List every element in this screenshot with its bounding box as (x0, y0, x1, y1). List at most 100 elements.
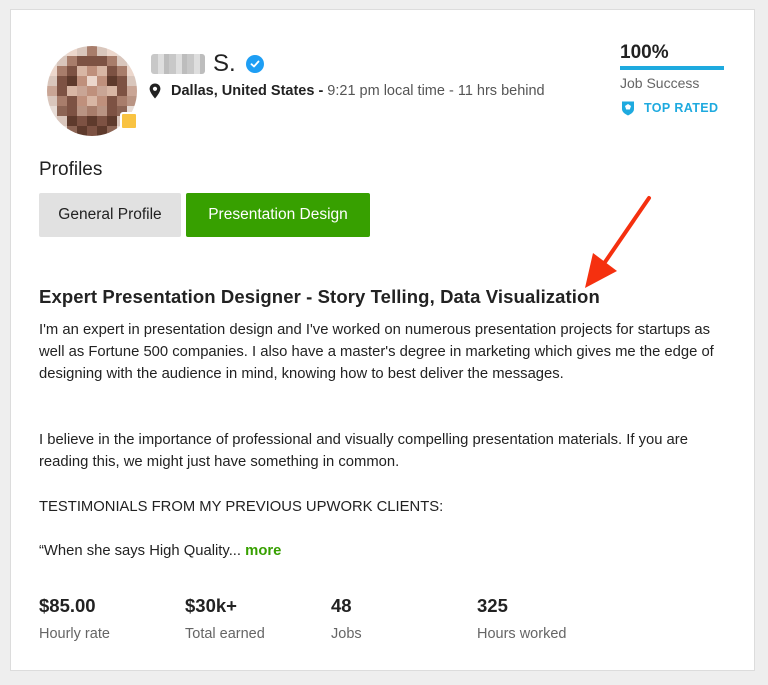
name-redaction (151, 54, 205, 74)
avatar-pixel (57, 76, 67, 86)
stat-value: 325 (477, 595, 508, 616)
avatar-pixel (57, 96, 67, 106)
avatar-pixel (67, 126, 77, 136)
stat-label: Hours worked (477, 626, 567, 642)
avatar-pixel (117, 66, 127, 76)
avatar-pixel (107, 106, 117, 116)
map-pin-icon (149, 83, 161, 99)
avatar-pixel (107, 116, 117, 126)
avatar-pixel (97, 46, 107, 56)
avatar-pixel (67, 86, 77, 96)
avatar-pixel (107, 56, 117, 66)
avatar-pixel (97, 106, 107, 116)
avatar-pixel (127, 56, 137, 66)
testimonials-heading: TESTIMONIALS FROM MY PREVIOUS UPWORK CLI… (39, 499, 444, 515)
stat-label: Jobs (331, 626, 362, 642)
stat-value: 48 (331, 595, 352, 616)
freelancer-profile-card: S. Dallas, United States - 9:21 pm local… (10, 9, 755, 671)
avatar-pixel (47, 56, 57, 66)
avatar-pixel (77, 76, 87, 86)
avatar-pixel (117, 56, 127, 66)
red-arrow-icon (585, 196, 651, 288)
stat-total-earned: $30k+ Total earned (185, 595, 265, 642)
avatar-pixel (77, 106, 87, 116)
avatar-pixel (97, 56, 107, 66)
local-time: 9:21 pm local time - 11 hrs behind (327, 83, 545, 99)
avatar-pixel (67, 66, 77, 76)
avatar-pixel (67, 96, 77, 106)
avatar-pixel (87, 56, 97, 66)
job-success-label: Job Success (620, 75, 700, 91)
avatar-pixel (77, 56, 87, 66)
avatar-pixel (47, 96, 57, 106)
stat-label: Hourly rate (39, 626, 110, 642)
avatar-pixel (67, 76, 77, 86)
stat-label: Total earned (185, 626, 265, 642)
avatar-status-badge (120, 112, 138, 130)
avatar-pixel (107, 96, 117, 106)
avatar-pixel (47, 76, 57, 86)
location-row: Dallas, United States - 9:21 pm local ti… (149, 83, 545, 99)
avatar-pixel (97, 86, 107, 96)
avatar-pixel (57, 126, 67, 136)
avatar-pixel (97, 96, 107, 106)
overview-paragraph: I'm an expert in presentation design and… (39, 322, 714, 382)
avatar-pixel (57, 66, 67, 76)
avatar-pixel (97, 116, 107, 126)
avatar-pixel (127, 66, 137, 76)
avatar-pixel (107, 46, 117, 56)
stat-hours-worked: 325 Hours worked (477, 595, 566, 642)
tab-general-profile[interactable]: General Profile (39, 193, 181, 237)
verified-check-icon (245, 55, 264, 73)
testimonial-excerpt: “When she says High Quality... more (39, 540, 719, 562)
avatar-pixel (97, 126, 107, 136)
more-link[interactable]: more (245, 543, 281, 559)
avatar-pixel (47, 116, 57, 126)
avatar-pixel (87, 126, 97, 136)
top-rated-label: TOP RATED (644, 101, 719, 115)
avatar-pixel (57, 56, 67, 66)
avatar-pixel (77, 96, 87, 106)
avatar-pixel (67, 106, 77, 116)
name-suffix: S. (213, 50, 236, 77)
avatar-pixel (127, 96, 137, 106)
avatar-pixel (47, 126, 57, 136)
testimonial-text: “When she says High Quality... (39, 543, 242, 559)
stat-jobs: 48 Jobs (331, 595, 362, 642)
avatar-pixel (77, 86, 87, 96)
avatar-pixel (117, 86, 127, 96)
avatar-pixel (57, 116, 67, 126)
avatar-pixel (87, 76, 97, 86)
avatar-pixel (117, 76, 127, 86)
shield-icon (621, 100, 635, 116)
avatar-pixel (77, 126, 87, 136)
stat-value: $30k+ (185, 595, 237, 616)
avatar-pixel (77, 66, 87, 76)
avatar-pixel (97, 66, 107, 76)
avatar-pixel (57, 46, 67, 56)
overview-paragraph: I believe in the importance of professio… (39, 432, 688, 470)
avatar-pixel (87, 106, 97, 116)
avatar-pixel (77, 46, 87, 56)
avatar-pixel (87, 116, 97, 126)
avatar-pixel (87, 96, 97, 106)
avatar-pixel (47, 106, 57, 116)
avatar-pixel (117, 96, 127, 106)
avatar-pixel (97, 76, 107, 86)
stat-value: $85.00 (39, 595, 96, 616)
job-success-value: 100% (620, 42, 669, 63)
tab-presentation-design[interactable]: Presentation Design (186, 193, 370, 237)
avatar-pixel (117, 46, 127, 56)
avatar-pixel (67, 46, 77, 56)
avatar-pixel (107, 126, 117, 136)
job-success-fill (620, 66, 724, 70)
avatar-pixel (107, 86, 117, 96)
stat-hourly-rate: $85.00 Hourly rate (39, 595, 110, 642)
profile-headline: Expert Presentation Designer - Story Tel… (39, 286, 600, 307)
avatar-pixel (67, 116, 77, 126)
avatar-pixel (87, 66, 97, 76)
avatar-pixel (127, 76, 137, 86)
avatar-pixel (67, 56, 77, 66)
top-rated-badge[interactable]: TOP RATED (621, 100, 718, 116)
avatar-pixel (57, 106, 67, 116)
